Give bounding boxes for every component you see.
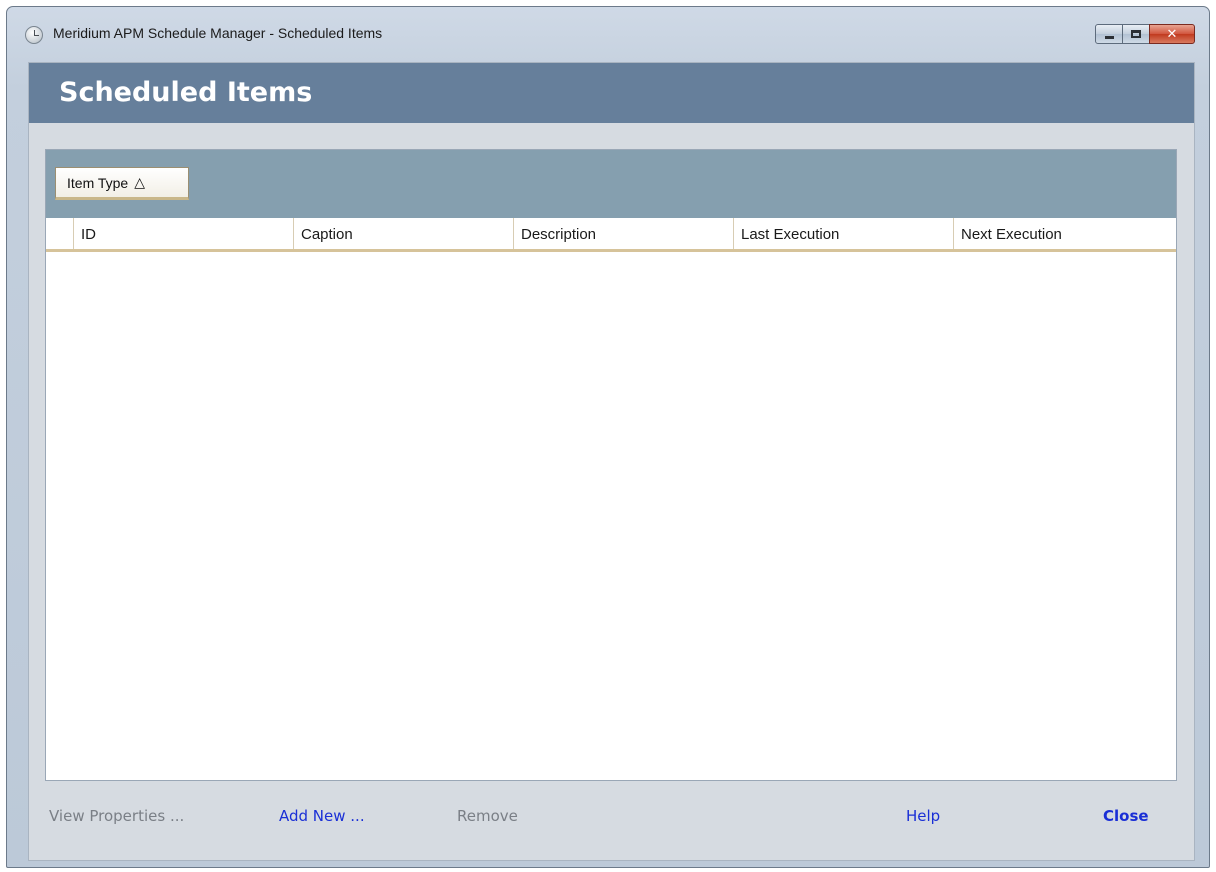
scheduled-items-grid: Item Type △ ID Caption Description Last … xyxy=(45,149,1177,781)
row-indicator-header xyxy=(54,218,73,249)
header-banner: Scheduled Items xyxy=(29,63,1194,123)
maximize-button[interactable] xyxy=(1122,24,1150,44)
view-properties-link[interactable]: View Properties ... xyxy=(49,807,184,825)
maximize-icon xyxy=(1131,30,1141,38)
close-icon: ✕ xyxy=(1166,26,1178,42)
group-by-label: Item Type xyxy=(67,174,129,191)
minimize-icon xyxy=(1104,35,1114,39)
minimize-button[interactable] xyxy=(1095,24,1123,44)
window-controls: ✕ xyxy=(1095,24,1195,44)
page-title: Scheduled Items xyxy=(59,77,313,108)
client-area: Scheduled Items Item Type △ ID Caption D… xyxy=(28,62,1195,861)
sort-ascending-icon: △ xyxy=(134,174,145,190)
clock-icon xyxy=(25,26,43,44)
close-link[interactable]: Close xyxy=(1103,807,1149,825)
column-header-next-execution[interactable]: Next Execution xyxy=(953,218,1173,249)
grid-body[interactable] xyxy=(46,255,1176,780)
column-header-last-execution[interactable]: Last Execution xyxy=(733,218,953,249)
app-window: Meridium APM Schedule Manager - Schedule… xyxy=(6,6,1210,868)
group-by-area: Item Type △ xyxy=(46,150,1176,218)
column-header-row: ID Caption Description Last Execution Ne… xyxy=(46,218,1176,252)
title-bar[interactable]: Meridium APM Schedule Manager - Schedule… xyxy=(7,7,1209,57)
column-header-id[interactable]: ID xyxy=(73,218,293,249)
close-window-button[interactable]: ✕ xyxy=(1149,24,1195,44)
window-title: Meridium APM Schedule Manager - Schedule… xyxy=(53,25,383,41)
help-link[interactable]: Help xyxy=(906,807,940,825)
remove-link[interactable]: Remove xyxy=(457,807,518,825)
column-header-caption[interactable]: Caption xyxy=(293,218,513,249)
column-header-description[interactable]: Description xyxy=(513,218,733,249)
add-new-link[interactable]: Add New ... xyxy=(279,807,365,825)
group-by-item-type-button[interactable]: Item Type △ xyxy=(55,167,189,200)
